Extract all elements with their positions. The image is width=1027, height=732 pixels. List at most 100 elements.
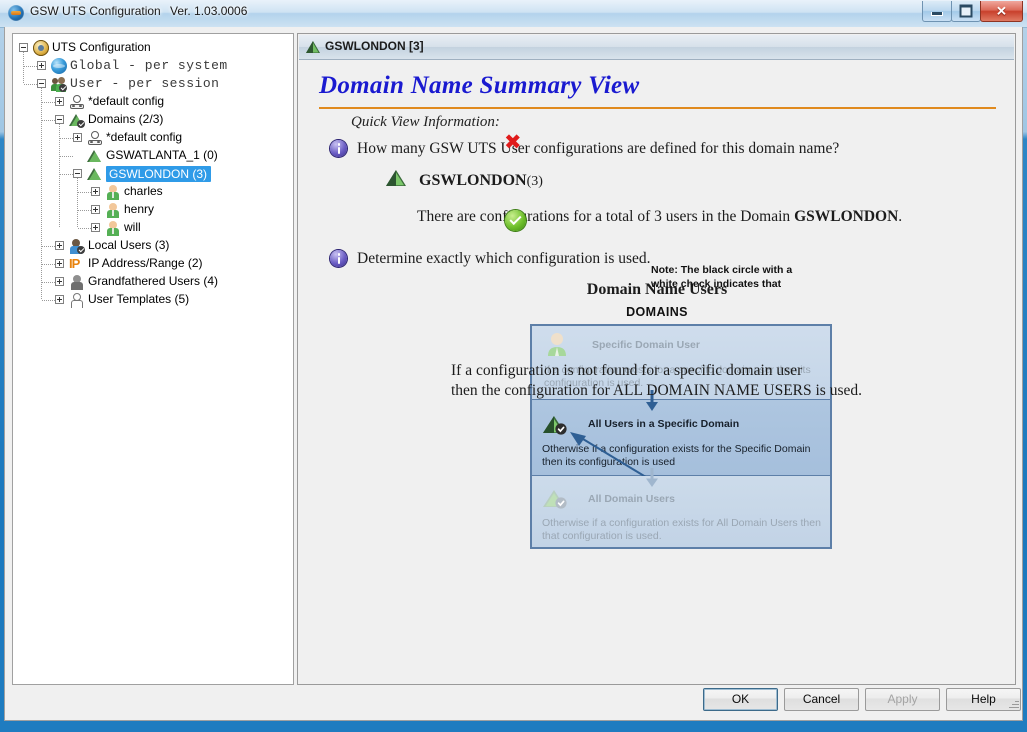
tree-expander-plus-icon[interactable] <box>91 205 100 214</box>
diagram-row-3-desc-line-2: that configuration is used. <box>542 530 662 542</box>
maximize-icon <box>959 4 973 18</box>
globe-icon <box>51 58 67 74</box>
info-icon <box>330 140 347 157</box>
detail-panel-header: GSWLONDON [3] <box>299 35 1014 60</box>
tree-item[interactable]: charles <box>13 183 293 201</box>
domain-check-icon <box>543 416 567 435</box>
domain-count-value: (3) <box>526 174 543 189</box>
tree-expander-plus-icon[interactable] <box>91 223 100 232</box>
tree-expander-plus-icon[interactable] <box>55 241 64 250</box>
tree-item[interactable]: will <box>13 219 293 237</box>
diagram-row-3-desc: Otherwise if a configuration exists for … <box>542 517 821 543</box>
diagram-row-all-users-specific-domain: All Users in a Specific Domain Otherwise… <box>532 390 830 518</box>
tree-item-label: Global - per system <box>70 58 228 73</box>
tree-item-label: will <box>124 220 141 234</box>
question-1-text: How many GSW UTS User configurations are… <box>357 140 840 157</box>
tree-connector <box>23 52 24 84</box>
client-area: UTS Configuration Global - per system User… <box>4 27 1023 721</box>
tree-connector <box>42 264 55 265</box>
person-icon <box>548 333 566 356</box>
answer-1-pre: There are configurations for a total of <box>417 208 655 225</box>
tree-expander-plus-icon[interactable] <box>37 61 46 70</box>
resize-grip[interactable] <box>1005 700 1019 714</box>
tree-item-label: *default config <box>88 94 165 108</box>
tree-connector <box>42 102 55 103</box>
tree-expander-plus-icon[interactable] <box>55 97 64 106</box>
diagram-note: Note: The black circle with a white chec… <box>651 263 792 291</box>
ok-button[interactable]: OK <box>703 688 778 711</box>
tree-expander-plus-icon[interactable] <box>55 277 64 286</box>
info-icon <box>330 250 347 267</box>
diagram-row-2-desc: Otherwise if a configuration exists for … <box>542 443 810 469</box>
diagram-row-1-title: Specific Domain User <box>592 339 700 351</box>
tree-item-label: GSWLONDON (3) <box>106 166 212 182</box>
configuration-tree[interactable]: UTS Configuration Global - per system User… <box>12 33 294 685</box>
answer-1-domain: GSWLONDON <box>794 208 899 225</box>
tree-item[interactable]: Global - per system <box>13 57 293 75</box>
tree-connector <box>59 124 60 228</box>
window-title: GSW UTS Configuration <box>30 4 161 18</box>
diagram-row-2-desc-line-2: then its configuration is used <box>542 456 676 468</box>
domain-name-value: GSWLONDON <box>419 172 527 189</box>
maximize-button[interactable] <box>951 1 981 22</box>
tree-expander-minus-icon[interactable] <box>37 79 46 88</box>
tree-expander-plus-icon[interactable] <box>73 133 82 142</box>
minimize-button[interactable] <box>922 1 952 22</box>
tree-item[interactable]: Grandfathered Users (4) <box>13 273 293 291</box>
diagram-subtitle: DOMAINS <box>626 305 688 319</box>
tree-item-label: IP Address/Range (2) <box>88 256 203 270</box>
cancel-button[interactable]: Cancel <box>784 688 859 711</box>
tree-item[interactable]: IP IP Address/Range (2) <box>13 255 293 273</box>
domain-summary-line: GSWLONDON(3) <box>419 172 543 190</box>
tree-item[interactable]: User - per session <box>13 75 293 93</box>
tree-item[interactable]: GSWATLANTA_1 (0) <box>13 147 293 165</box>
tree-item-label: Grandfathered Users (4) <box>88 274 219 288</box>
ip-icon: IP <box>69 256 80 271</box>
tree-expander-plus-icon[interactable] <box>55 295 64 304</box>
tree-item-label: UTS Configuration <box>52 40 151 54</box>
question-2-text: Determine exactly which configuration is… <box>357 250 651 267</box>
tree-expander-minus-icon[interactable] <box>19 43 28 52</box>
tree-item-label: Domains (2/3) <box>88 112 164 126</box>
user-icon <box>105 202 121 218</box>
tree-connector <box>42 300 55 301</box>
tree-expander-minus-icon[interactable] <box>55 115 64 124</box>
close-button[interactable]: ✕ <box>980 1 1023 22</box>
closing-line-2: then the configuration for ALL DOMAIN NA… <box>451 382 862 399</box>
users-icon <box>51 76 67 92</box>
tree-connector <box>77 178 78 228</box>
answer-1-post: . <box>898 208 903 225</box>
tree-expander-plus-icon[interactable] <box>91 187 100 196</box>
tree-expander-minus-icon[interactable] <box>73 169 82 178</box>
tree-item[interactable]: henry <box>13 201 293 219</box>
tree-expander-plus-icon[interactable] <box>55 259 64 268</box>
config-icon <box>87 130 103 146</box>
answer-1-text: There are configurations for a total of … <box>417 208 902 226</box>
tree-item-label: User - per session <box>70 76 220 91</box>
application-window: GSW UTS Configuration Ver. 1.03.0006 ✕ U… <box>0 0 1027 732</box>
detail-panel-title: GSWLONDON [3] <box>325 39 424 53</box>
close-icon: ✕ <box>996 3 1007 19</box>
config-icon <box>69 94 85 110</box>
tree-connector <box>42 282 55 283</box>
tree-item[interactable]: *default config <box>13 129 293 147</box>
diagram-row-2-title: All Users in a Specific Domain <box>588 418 740 430</box>
domain-icon <box>87 166 103 182</box>
tree-item[interactable]: User Templates (5) <box>13 291 293 309</box>
tree-item[interactable]: UTS Configuration <box>13 39 293 57</box>
tree-item[interactable]: GSWLONDON (3) <box>13 165 293 183</box>
user-icon <box>105 184 121 200</box>
diagram-box: Specific Domain User If a configuration … <box>530 324 832 549</box>
tree-connector <box>24 84 37 85</box>
diagram-note-line-1: Note: The black circle with a <box>651 264 793 276</box>
outline-user-icon <box>69 292 85 308</box>
tree-connector <box>60 156 73 157</box>
closing-line-1: If a configuration is not found for a sp… <box>451 362 803 379</box>
detail-panel: GSWLONDON [3] Domain Name Summary View Q… <box>297 33 1016 685</box>
tree-item[interactable]: Local Users (3) <box>13 237 293 255</box>
title-bar: GSW UTS Configuration Ver. 1.03.0006 ✕ <box>0 0 1027 28</box>
tree-item[interactable]: *default config <box>13 93 293 111</box>
tree-item[interactable]: Domains (2/3) <box>13 111 293 129</box>
detail-panel-body: Domain Name Summary View Quick View Info… <box>299 60 1015 684</box>
gray-user-icon <box>69 274 85 290</box>
